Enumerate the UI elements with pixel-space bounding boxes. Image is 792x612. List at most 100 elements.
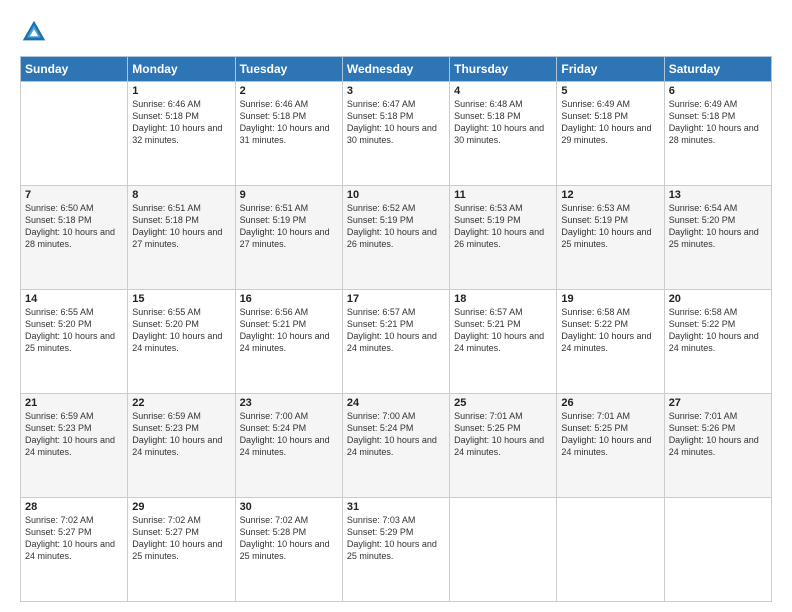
day-number: 19 bbox=[561, 293, 659, 305]
day-info: Sunrise: 6:53 AM Sunset: 5:19 PM Dayligh… bbox=[561, 202, 659, 251]
day-number: 7 bbox=[25, 189, 123, 201]
day-number: 2 bbox=[240, 85, 338, 97]
day-cell: 18Sunrise: 6:57 AM Sunset: 5:21 PM Dayli… bbox=[450, 290, 557, 394]
weekday-header-wednesday: Wednesday bbox=[342, 57, 449, 82]
logo-icon bbox=[20, 18, 48, 46]
day-number: 20 bbox=[669, 293, 767, 305]
day-number: 15 bbox=[132, 293, 230, 305]
day-cell: 30Sunrise: 7:02 AM Sunset: 5:28 PM Dayli… bbox=[235, 498, 342, 602]
day-info: Sunrise: 6:49 AM Sunset: 5:18 PM Dayligh… bbox=[669, 98, 767, 147]
day-number: 4 bbox=[454, 85, 552, 97]
day-info: Sunrise: 6:52 AM Sunset: 5:19 PM Dayligh… bbox=[347, 202, 445, 251]
day-info: Sunrise: 7:00 AM Sunset: 5:24 PM Dayligh… bbox=[347, 410, 445, 459]
header bbox=[20, 18, 772, 46]
day-number: 30 bbox=[240, 501, 338, 513]
day-info: Sunrise: 7:01 AM Sunset: 5:25 PM Dayligh… bbox=[454, 410, 552, 459]
weekday-header-sunday: Sunday bbox=[21, 57, 128, 82]
day-number: 8 bbox=[132, 189, 230, 201]
day-cell: 26Sunrise: 7:01 AM Sunset: 5:25 PM Dayli… bbox=[557, 394, 664, 498]
day-info: Sunrise: 7:02 AM Sunset: 5:28 PM Dayligh… bbox=[240, 514, 338, 563]
weekday-header-tuesday: Tuesday bbox=[235, 57, 342, 82]
day-cell: 6Sunrise: 6:49 AM Sunset: 5:18 PM Daylig… bbox=[664, 82, 771, 186]
day-number: 6 bbox=[669, 85, 767, 97]
day-info: Sunrise: 6:46 AM Sunset: 5:18 PM Dayligh… bbox=[240, 98, 338, 147]
day-number: 14 bbox=[25, 293, 123, 305]
day-info: Sunrise: 6:49 AM Sunset: 5:18 PM Dayligh… bbox=[561, 98, 659, 147]
day-cell: 16Sunrise: 6:56 AM Sunset: 5:21 PM Dayli… bbox=[235, 290, 342, 394]
day-number: 18 bbox=[454, 293, 552, 305]
day-cell: 24Sunrise: 7:00 AM Sunset: 5:24 PM Dayli… bbox=[342, 394, 449, 498]
day-cell bbox=[450, 498, 557, 602]
day-cell: 19Sunrise: 6:58 AM Sunset: 5:22 PM Dayli… bbox=[557, 290, 664, 394]
week-row-4: 21Sunrise: 6:59 AM Sunset: 5:23 PM Dayli… bbox=[21, 394, 772, 498]
day-number: 10 bbox=[347, 189, 445, 201]
day-cell: 4Sunrise: 6:48 AM Sunset: 5:18 PM Daylig… bbox=[450, 82, 557, 186]
day-cell: 22Sunrise: 6:59 AM Sunset: 5:23 PM Dayli… bbox=[128, 394, 235, 498]
day-cell: 10Sunrise: 6:52 AM Sunset: 5:19 PM Dayli… bbox=[342, 186, 449, 290]
weekday-header-monday: Monday bbox=[128, 57, 235, 82]
day-number: 23 bbox=[240, 397, 338, 409]
day-info: Sunrise: 6:59 AM Sunset: 5:23 PM Dayligh… bbox=[132, 410, 230, 459]
day-cell: 27Sunrise: 7:01 AM Sunset: 5:26 PM Dayli… bbox=[664, 394, 771, 498]
day-number: 31 bbox=[347, 501, 445, 513]
day-cell: 13Sunrise: 6:54 AM Sunset: 5:20 PM Dayli… bbox=[664, 186, 771, 290]
day-number: 21 bbox=[25, 397, 123, 409]
day-info: Sunrise: 6:57 AM Sunset: 5:21 PM Dayligh… bbox=[347, 306, 445, 355]
day-cell: 2Sunrise: 6:46 AM Sunset: 5:18 PM Daylig… bbox=[235, 82, 342, 186]
day-cell: 25Sunrise: 7:01 AM Sunset: 5:25 PM Dayli… bbox=[450, 394, 557, 498]
day-number: 5 bbox=[561, 85, 659, 97]
day-cell: 8Sunrise: 6:51 AM Sunset: 5:18 PM Daylig… bbox=[128, 186, 235, 290]
day-info: Sunrise: 6:51 AM Sunset: 5:18 PM Dayligh… bbox=[132, 202, 230, 251]
day-info: Sunrise: 7:01 AM Sunset: 5:25 PM Dayligh… bbox=[561, 410, 659, 459]
day-info: Sunrise: 6:59 AM Sunset: 5:23 PM Dayligh… bbox=[25, 410, 123, 459]
weekday-header-saturday: Saturday bbox=[664, 57, 771, 82]
day-info: Sunrise: 6:54 AM Sunset: 5:20 PM Dayligh… bbox=[669, 202, 767, 251]
day-number: 12 bbox=[561, 189, 659, 201]
day-info: Sunrise: 6:55 AM Sunset: 5:20 PM Dayligh… bbox=[132, 306, 230, 355]
week-row-5: 28Sunrise: 7:02 AM Sunset: 5:27 PM Dayli… bbox=[21, 498, 772, 602]
day-cell bbox=[557, 498, 664, 602]
day-info: Sunrise: 6:51 AM Sunset: 5:19 PM Dayligh… bbox=[240, 202, 338, 251]
day-info: Sunrise: 6:53 AM Sunset: 5:19 PM Dayligh… bbox=[454, 202, 552, 251]
day-info: Sunrise: 6:47 AM Sunset: 5:18 PM Dayligh… bbox=[347, 98, 445, 147]
day-number: 24 bbox=[347, 397, 445, 409]
day-number: 29 bbox=[132, 501, 230, 513]
day-number: 13 bbox=[669, 189, 767, 201]
day-info: Sunrise: 7:02 AM Sunset: 5:27 PM Dayligh… bbox=[25, 514, 123, 563]
day-cell: 5Sunrise: 6:49 AM Sunset: 5:18 PM Daylig… bbox=[557, 82, 664, 186]
day-number: 1 bbox=[132, 85, 230, 97]
day-info: Sunrise: 6:55 AM Sunset: 5:20 PM Dayligh… bbox=[25, 306, 123, 355]
day-info: Sunrise: 7:03 AM Sunset: 5:29 PM Dayligh… bbox=[347, 514, 445, 563]
page: SundayMondayTuesdayWednesdayThursdayFrid… bbox=[0, 0, 792, 612]
day-info: Sunrise: 6:50 AM Sunset: 5:18 PM Dayligh… bbox=[25, 202, 123, 251]
day-info: Sunrise: 6:56 AM Sunset: 5:21 PM Dayligh… bbox=[240, 306, 338, 355]
day-number: 22 bbox=[132, 397, 230, 409]
day-number: 26 bbox=[561, 397, 659, 409]
day-cell bbox=[21, 82, 128, 186]
day-info: Sunrise: 7:02 AM Sunset: 5:27 PM Dayligh… bbox=[132, 514, 230, 563]
day-cell: 9Sunrise: 6:51 AM Sunset: 5:19 PM Daylig… bbox=[235, 186, 342, 290]
day-info: Sunrise: 6:46 AM Sunset: 5:18 PM Dayligh… bbox=[132, 98, 230, 147]
day-cell: 28Sunrise: 7:02 AM Sunset: 5:27 PM Dayli… bbox=[21, 498, 128, 602]
day-info: Sunrise: 6:58 AM Sunset: 5:22 PM Dayligh… bbox=[669, 306, 767, 355]
day-number: 17 bbox=[347, 293, 445, 305]
day-cell: 29Sunrise: 7:02 AM Sunset: 5:27 PM Dayli… bbox=[128, 498, 235, 602]
calendar-table: SundayMondayTuesdayWednesdayThursdayFrid… bbox=[20, 56, 772, 602]
day-cell: 14Sunrise: 6:55 AM Sunset: 5:20 PM Dayli… bbox=[21, 290, 128, 394]
week-row-3: 14Sunrise: 6:55 AM Sunset: 5:20 PM Dayli… bbox=[21, 290, 772, 394]
day-cell: 12Sunrise: 6:53 AM Sunset: 5:19 PM Dayli… bbox=[557, 186, 664, 290]
day-info: Sunrise: 6:58 AM Sunset: 5:22 PM Dayligh… bbox=[561, 306, 659, 355]
day-cell: 31Sunrise: 7:03 AM Sunset: 5:29 PM Dayli… bbox=[342, 498, 449, 602]
day-info: Sunrise: 6:48 AM Sunset: 5:18 PM Dayligh… bbox=[454, 98, 552, 147]
logo bbox=[20, 18, 52, 46]
weekday-header-row: SundayMondayTuesdayWednesdayThursdayFrid… bbox=[21, 57, 772, 82]
day-cell bbox=[664, 498, 771, 602]
day-cell: 20Sunrise: 6:58 AM Sunset: 5:22 PM Dayli… bbox=[664, 290, 771, 394]
day-cell: 7Sunrise: 6:50 AM Sunset: 5:18 PM Daylig… bbox=[21, 186, 128, 290]
week-row-1: 1Sunrise: 6:46 AM Sunset: 5:18 PM Daylig… bbox=[21, 82, 772, 186]
day-cell: 1Sunrise: 6:46 AM Sunset: 5:18 PM Daylig… bbox=[128, 82, 235, 186]
day-number: 11 bbox=[454, 189, 552, 201]
day-number: 16 bbox=[240, 293, 338, 305]
day-number: 27 bbox=[669, 397, 767, 409]
day-cell: 11Sunrise: 6:53 AM Sunset: 5:19 PM Dayli… bbox=[450, 186, 557, 290]
